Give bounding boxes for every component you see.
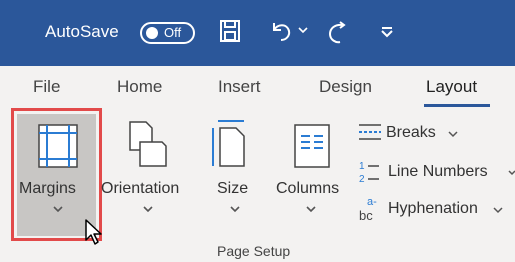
undo-icon[interactable] (268, 19, 294, 43)
line-numbers-label: Line Numbers (388, 163, 488, 180)
toggle-knob (146, 27, 158, 39)
redo-icon[interactable] (326, 19, 350, 45)
customize-qat-icon[interactable] (380, 26, 394, 38)
tab-layout[interactable]: Layout (426, 77, 477, 97)
svg-text:a-: a- (367, 196, 377, 208)
chevron-down-icon (493, 207, 503, 214)
breaks-icon (359, 124, 381, 140)
svg-text:1: 1 (359, 161, 365, 172)
size-label[interactable]: Size (217, 180, 248, 198)
tab-home[interactable]: Home (117, 77, 162, 97)
chevron-down-icon (230, 206, 240, 213)
hyphenation-icon: a- bc (359, 196, 377, 223)
margins-label: Margins (19, 180, 76, 197)
svg-text:2: 2 (359, 174, 365, 185)
autosave-label: AutoSave (45, 22, 119, 41)
chevron-down-icon (448, 131, 458, 138)
line-numbers-icon: 1 2 (359, 161, 379, 185)
chevron-down-icon (508, 170, 515, 176)
group-label-page-setup: Page Setup (217, 243, 291, 259)
autosave-toggle[interactable]: Off (140, 22, 195, 44)
hyphenation-label: Hyphenation (388, 200, 478, 217)
tab-file[interactable]: File (33, 77, 60, 97)
chevron-down-icon (53, 206, 63, 213)
chevron-down-icon (306, 206, 316, 213)
toggle-state: Off (164, 25, 182, 40)
columns-icon[interactable] (294, 124, 330, 168)
save-icon[interactable] (219, 19, 241, 43)
size-icon[interactable] (210, 118, 250, 170)
active-tab-indicator (424, 104, 490, 107)
margins-icon (38, 124, 78, 168)
tab-design[interactable]: Design (319, 77, 372, 97)
undo-dropdown-icon[interactable] (298, 26, 308, 34)
chevron-down-icon (143, 206, 153, 213)
tab-insert[interactable]: Insert (218, 77, 261, 97)
columns-label[interactable]: Columns (276, 180, 339, 198)
title-bar: AutoSave Off (0, 0, 515, 66)
orientation-label[interactable]: Orientation (101, 180, 179, 198)
breaks-label: Breaks (386, 124, 436, 141)
svg-text:bc: bc (359, 208, 373, 223)
mouse-cursor-icon (85, 219, 102, 245)
orientation-icon[interactable] (124, 120, 168, 168)
